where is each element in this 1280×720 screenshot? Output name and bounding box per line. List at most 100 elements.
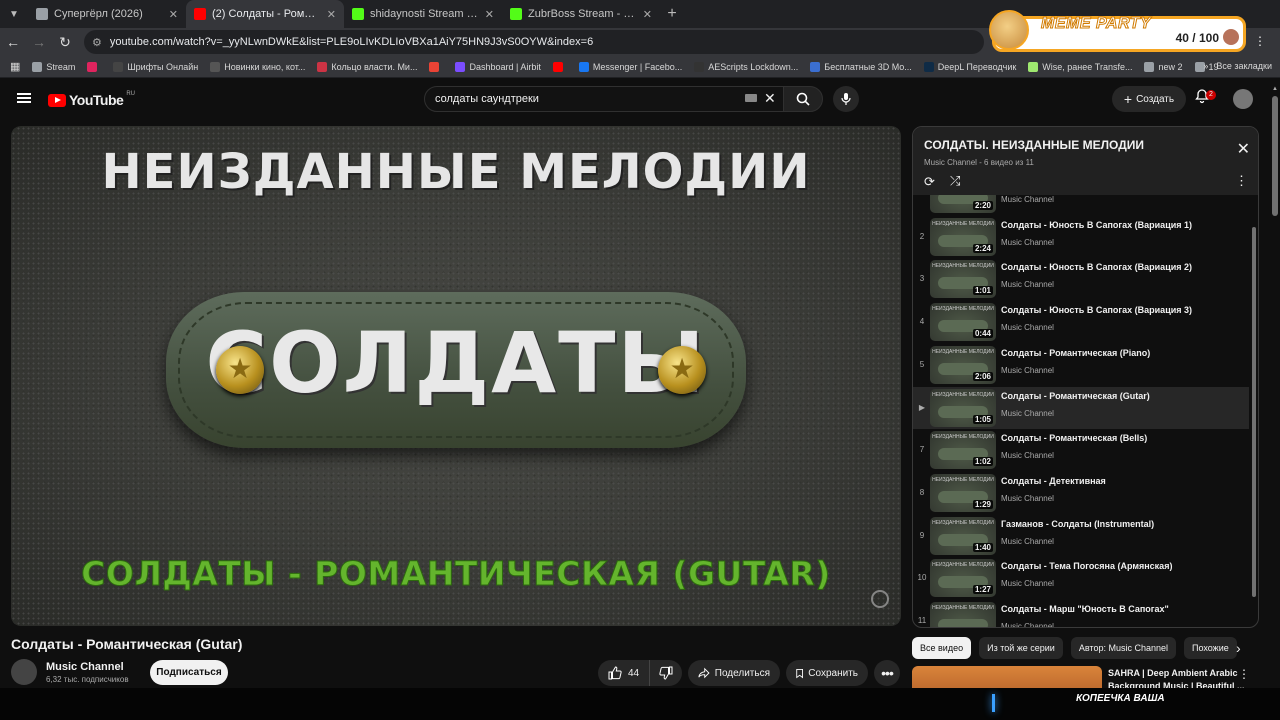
playlist-item[interactable]: 4 НЕИЗДАННЫЕ МЕЛОДИИ 0:44 Солдаты - Юность … [913, 301, 1249, 343]
browser-tab[interactable]: shidaynosti Stream - Watch Live ✕ [344, 0, 502, 28]
playlist-item[interactable]: ▶ НЕИЗДАННЫЕ МЕЛОДИИ 1:05 Солдаты - Романти… [913, 386, 1249, 429]
scroll-up-icon[interactable]: ▲ [1272, 86, 1278, 92]
menu-icon[interactable] [17, 93, 31, 103]
recommendation-menu-icon[interactable]: ⋮ [1238, 667, 1250, 681]
channel-avatar[interactable] [11, 659, 37, 685]
playlist-item[interactable]: 11 НЕИЗДАННЫЕ МЕЛОДИИ Солдаты - Марш "Юнос… [913, 600, 1249, 627]
playlist-item-thumbnail[interactable]: НЕИЗДАННЫЕ МЕЛОДИИ 0:44 [930, 303, 996, 342]
playlist-scrollbar[interactable] [1252, 227, 1256, 597]
playlist-item-thumbnail[interactable]: НЕИЗДАННЫЕ МЕЛОДИИ 2:06 [930, 345, 996, 384]
site-info-icon[interactable]: ⚙ [92, 36, 102, 49]
search-value: солдаты саундтреки [435, 93, 539, 105]
playlist-item[interactable]: 8 НЕИЗДАННЫЕ МЕЛОДИИ 1:29 Солдаты - Детекти… [913, 472, 1249, 514]
youtube-logo[interactable]: YouTube RU [48, 91, 135, 108]
bookmark-item[interactable]: AEScripts Lockdown... [694, 61, 798, 72]
playlist-item-thumbnail[interactable]: НЕИЗДАННЫЕ МЕЛОДИИ 1:29 [930, 473, 996, 512]
bookmark-item[interactable]: Шрифты Онлайн [113, 61, 198, 72]
overlay-glow [992, 694, 995, 712]
page-scrollbar[interactable]: ▲ [1270, 84, 1280, 720]
playlist-item[interactable]: 3 НЕИЗДАННЫЕ МЕЛОДИИ 1:01 Солдаты - Юность … [913, 258, 1249, 300]
bookmark-item[interactable]: Новинки кино, кот... [210, 61, 305, 72]
search-input[interactable]: солдаты саундтреки [424, 86, 784, 112]
playlist-item[interactable]: 7 НЕИЗДАННЫЕ МЕЛОДИИ 1:02 Солдаты - Романти… [913, 429, 1249, 471]
like-button[interactable]: 44 [598, 660, 650, 686]
loop-icon[interactable]: ⟳ [924, 174, 935, 190]
bookmark-item[interactable] [429, 61, 443, 72]
back-icon[interactable]: ← [0, 34, 26, 50]
save-button[interactable]: Сохранить [786, 660, 868, 686]
playlist-item-index: 11 [917, 616, 927, 625]
url-field[interactable]: ⚙ youtube.com/watch?v=_yyNLwnDWkE&list=P… [84, 30, 984, 54]
bookmark-item[interactable]: Бесплатные 3D Mo... [810, 61, 912, 72]
share-button[interactable]: Поделиться [688, 660, 780, 686]
tab-title: shidaynosti Stream - Watch Live [370, 8, 479, 20]
voice-search-button[interactable] [833, 86, 859, 112]
filter-chip[interactable]: Похожие [1184, 637, 1237, 659]
close-tab-icon[interactable]: ✕ [643, 8, 652, 21]
more-actions-button[interactable]: ••• [874, 660, 900, 686]
bookmarks-more-button[interactable]: » [1203, 61, 1208, 71]
apps-icon[interactable]: ▦ [10, 60, 20, 73]
close-playlist-icon[interactable]: ✕ [1237, 139, 1250, 159]
playlist-item[interactable]: 10 НЕИЗДАННЫЕ МЕЛОДИИ 1:27 Солдаты - Тема П… [913, 557, 1249, 599]
bookmark-icon [796, 668, 804, 678]
playlist-item[interactable]: 5 НЕИЗДАННЫЕ МЕЛОДИИ 2:06 Солдаты - Романти… [913, 344, 1249, 386]
search-button[interactable] [783, 86, 823, 112]
playlist-item-thumbnail[interactable]: НЕИЗДАННЫЕ МЕЛОДИИ 1:40 [930, 516, 996, 555]
browser-tab[interactable]: ZubrBoss Stream - Watch Live ✕ [502, 0, 660, 28]
keyboard-icon[interactable] [745, 94, 757, 102]
clear-search-icon[interactable]: ✕ [764, 90, 776, 107]
share-label: Поделиться [714, 667, 770, 679]
close-tab-icon[interactable]: ✕ [485, 8, 494, 21]
bookmark-favicon-icon [210, 61, 221, 72]
playlist-item[interactable]: 2 НЕИЗДАННЫЕ МЕЛОДИИ 2:24 Солдаты - Юность … [913, 216, 1249, 258]
bookmark-item[interactable]: Wise, ранее Transfe... [1028, 61, 1132, 72]
filter-chip[interactable]: Все видео [912, 637, 972, 659]
playlist-item-index: 2 [919, 231, 925, 241]
filter-chip[interactable]: Из той же серии [979, 637, 1063, 659]
playlist-item-thumbnail[interactable]: НЕИЗДАННЫЕ МЕЛОДИИ [930, 602, 996, 627]
like-dislike-group: 44 [598, 660, 682, 686]
playlist-item[interactable]: НЕИЗДАННЫЕ МЕЛОДИИ2:20 Music Channel [913, 195, 1249, 215]
bookmark-item[interactable] [552, 61, 567, 72]
reload-icon[interactable]: ↻ [52, 34, 78, 51]
playlist-item-thumbnail[interactable]: НЕИЗДАННЫЕ МЕЛОДИИ 1:05 [930, 388, 996, 427]
filter-chip[interactable]: Автор: Music Channel [1070, 637, 1176, 659]
browser-menu-icon[interactable]: ⋮ [1254, 34, 1266, 48]
bookmark-item[interactable]: Messenger | Facebo... [578, 61, 682, 72]
playlist-item-thumbnail[interactable]: НЕИЗДАННЫЕ МЕЛОДИИ2:20 [930, 195, 996, 213]
playlist-item-thumbnail[interactable]: НЕИЗДАННЫЕ МЕЛОДИИ 2:24 [930, 217, 996, 256]
playlist-title[interactable]: СОЛДАТЫ. НЕИЗДАННЫЕ МЕЛОДИИ [924, 138, 1144, 152]
tab-search-button[interactable]: ▼ [0, 0, 28, 28]
playlist-item-thumbnail[interactable]: НЕИЗДАННЫЕ МЕЛОДИИ 1:02 [930, 431, 996, 470]
create-button[interactable]: + Создать [1112, 86, 1186, 112]
chevron-right-icon[interactable]: › [1236, 640, 1241, 656]
bookmark-item[interactable]: Dashboard | Airbit [455, 61, 541, 72]
forward-icon[interactable]: → [26, 34, 52, 50]
close-tab-icon[interactable]: ✕ [169, 8, 178, 21]
scroll-thumb[interactable] [1272, 96, 1278, 216]
playlist-menu-icon[interactable]: ⋮ [1235, 173, 1248, 189]
new-tab-button[interactable]: + [660, 5, 684, 23]
browser-tab[interactable]: Супергёрл (2026) ✕ [28, 0, 186, 28]
browser-tab[interactable]: (2) Солдаты - Романтическая (Gutar) ✕ [186, 0, 344, 28]
bookmark-item[interactable]: DeepL Переводчик [923, 61, 1016, 72]
playlist-item-thumbnail[interactable]: НЕИЗДАННЫЕ МЕЛОДИИ 1:01 [930, 260, 996, 299]
account-avatar[interactable] [1233, 89, 1253, 109]
all-bookmarks-button[interactable]: Все закладки [1216, 61, 1272, 71]
shuffle-icon[interactable]: ⤮ [950, 173, 960, 189]
bookmark-item[interactable]: Кольцо власти. Ми... [317, 61, 417, 72]
bookmark-item[interactable]: new 2 [1144, 61, 1183, 72]
playlist-item-thumbnail[interactable]: НЕИЗДАННЫЕ МЕЛОДИИ 1:27 [930, 559, 996, 598]
channel-watermark-icon[interactable] [871, 590, 889, 608]
channel-name[interactable]: Music Channel [46, 661, 124, 673]
bookmark-item[interactable] [87, 61, 101, 72]
close-tab-icon[interactable]: ✕ [327, 8, 336, 21]
video-player[interactable]: НЕИЗДАННЫЕ МЕЛОДИИ СОЛДАТЫ СОЛДАТЫ - РОМ… [11, 126, 901, 626]
playlist-item[interactable]: 9 НЕИЗДАННЫЕ МЕЛОДИИ 1:40 Газманов - Солдат… [913, 515, 1249, 557]
dislike-button[interactable] [650, 666, 682, 680]
subscribe-button[interactable]: Подписаться [150, 660, 228, 685]
notification-count-badge: 2 [1206, 90, 1216, 100]
playlist-item-channel: Music Channel [1001, 579, 1054, 589]
bookmark-item[interactable]: Stream [32, 61, 75, 72]
